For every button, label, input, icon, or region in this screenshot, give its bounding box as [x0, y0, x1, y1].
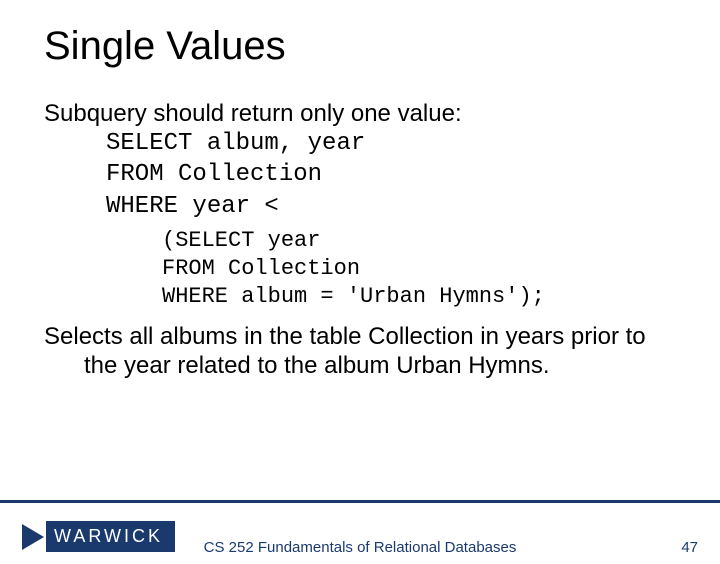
logo-text: WARWICK: [46, 521, 175, 552]
code-line: FROM Collection: [162, 255, 720, 283]
slide-footer: WARWICK CS 252 Fundamentals of Relationa…: [0, 500, 720, 564]
warwick-logo: WARWICK: [22, 521, 175, 552]
explanation-text: Selects all albums in the table Collecti…: [44, 322, 720, 381]
code-line: WHERE year <: [106, 190, 720, 223]
less-than-symbol: <: [264, 191, 278, 218]
code-line: WHERE album = 'Urban Hymns');: [162, 283, 720, 311]
code-line: SELECT album, year: [106, 129, 720, 160]
code-fragment: WHERE year: [106, 193, 264, 220]
code-line: FROM Collection: [106, 160, 720, 191]
page-number: 47: [681, 539, 698, 556]
code-line: (SELECT year: [162, 227, 720, 255]
course-name: CS 252 Fundamentals of Relational Databa…: [204, 539, 517, 556]
slide-content: Subquery should return only one value: S…: [44, 99, 720, 380]
sql-outer-query: SELECT album, year FROM Collection WHERE…: [106, 129, 720, 223]
intro-text: Subquery should return only one value:: [44, 99, 720, 129]
sql-subquery: (SELECT year FROM Collection WHERE album…: [162, 227, 720, 311]
slide-title: Single Values: [44, 24, 720, 69]
slide: Single Values Subquery should return onl…: [0, 24, 720, 564]
logo-triangle-icon: [22, 524, 44, 550]
explanation-paragraph: Selects all albums in the table Collecti…: [44, 322, 680, 381]
